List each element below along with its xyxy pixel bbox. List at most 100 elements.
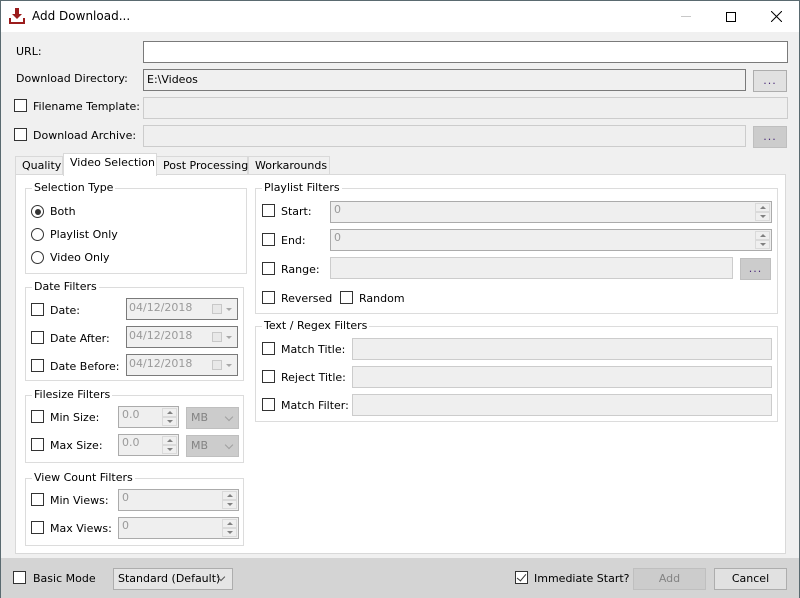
min-size-unit-value: MB — [191, 411, 209, 424]
reject-title-checkbox[interactable] — [262, 370, 275, 383]
min-size-unit-select[interactable]: MB — [186, 407, 239, 429]
max-size-unit-select[interactable]: MB — [186, 435, 239, 457]
spin-down-button[interactable] — [222, 500, 237, 509]
download-archive-checkbox[interactable] — [14, 128, 27, 141]
spin-up-button[interactable] — [222, 519, 237, 528]
browse-archive-button[interactable]: ... — [753, 126, 787, 148]
min-size-checkbox[interactable] — [31, 410, 44, 423]
playlist-filters-group: Playlist Filters Start: 0 End: 0 Range: … — [255, 181, 778, 314]
reject-title-label: Reject Title: — [281, 371, 346, 384]
date-label: Date: — [50, 304, 80, 317]
close-button[interactable] — [753, 1, 799, 32]
min-views-checkbox[interactable] — [31, 493, 44, 506]
match-filter-label: Match Filter: — [281, 399, 349, 412]
tab-workarounds[interactable]: Workarounds — [248, 156, 330, 176]
url-input[interactable] — [143, 41, 788, 63]
basic-mode-checkbox[interactable] — [13, 571, 26, 584]
cancel-button[interactable]: Cancel — [714, 568, 787, 590]
spin-up-button[interactable] — [755, 203, 770, 212]
match-filter-input[interactable] — [352, 394, 772, 416]
title-bar: Add Download... — [1, 1, 799, 32]
spin-up-button[interactable] — [162, 408, 177, 417]
match-title-input[interactable] — [352, 338, 772, 360]
download-icon — [9, 8, 25, 24]
add-button[interactable]: Add — [633, 568, 706, 590]
end-label: End: — [281, 234, 306, 247]
filename-template-input[interactable] — [143, 97, 788, 119]
date-before-checkbox[interactable] — [31, 359, 44, 372]
date-filters-group: Date Filters Date: 04/12/2018 Date After… — [25, 280, 244, 381]
max-views-checkbox[interactable] — [31, 521, 44, 534]
dropdown-arrow-icon — [226, 308, 232, 311]
reject-title-input[interactable] — [352, 366, 772, 388]
range-input[interactable] — [330, 257, 733, 279]
max-size-value: 0.0 — [122, 436, 140, 449]
radio-video-only[interactable] — [31, 251, 44, 264]
minimize-icon — [681, 16, 691, 17]
reversed-label: Reversed — [281, 292, 333, 305]
browse-directory-button[interactable]: ... — [753, 70, 787, 92]
tab-quality[interactable]: Quality — [15, 156, 63, 176]
immediate-start-checkbox[interactable] — [515, 571, 528, 584]
min-views-spinner[interactable]: 0 — [118, 489, 239, 511]
download-archive-input[interactable] — [143, 125, 746, 147]
max-size-spinner[interactable]: 0.0 — [118, 434, 179, 456]
preset-select[interactable]: Standard (Default) — [113, 568, 233, 590]
spin-up-button[interactable] — [755, 231, 770, 240]
reversed-checkbox[interactable] — [262, 291, 275, 304]
date-before-picker[interactable]: 04/12/2018 — [126, 354, 238, 376]
start-spinner[interactable]: 0 — [330, 201, 772, 223]
spin-up-button[interactable] — [162, 436, 177, 445]
spin-down-button[interactable] — [755, 212, 770, 221]
spin-down-button[interactable] — [162, 417, 177, 426]
radio-both[interactable] — [31, 205, 44, 218]
match-filter-checkbox[interactable] — [262, 398, 275, 411]
calendar-icon — [212, 332, 222, 342]
filesize-filters-group: Filesize Filters Min Size: 0.0 MB Max Si… — [25, 388, 244, 463]
date-picker[interactable]: 04/12/2018 — [126, 298, 238, 320]
date-checkbox[interactable] — [31, 303, 44, 316]
date-after-picker[interactable]: 04/12/2018 — [126, 326, 238, 348]
date-value: 04/12/2018 — [129, 301, 193, 314]
text-regex-filters-title: Text / Regex Filters — [262, 319, 370, 332]
filesize-filters-title: Filesize Filters — [32, 388, 113, 401]
date-after-checkbox[interactable] — [31, 331, 44, 344]
end-checkbox[interactable] — [262, 233, 275, 246]
view-count-filters-group: View Count Filters Min Views: 0 Max View… — [25, 471, 244, 546]
radio-playlist-only[interactable] — [31, 228, 44, 241]
spin-down-button[interactable] — [162, 445, 177, 454]
max-size-checkbox[interactable] — [31, 438, 44, 451]
dropdown-arrow-icon — [226, 364, 232, 367]
date-before-value: 04/12/2018 — [129, 357, 193, 370]
start-checkbox[interactable] — [262, 204, 275, 217]
min-size-spinner[interactable]: 0.0 — [118, 406, 179, 428]
end-spinner[interactable]: 0 — [330, 229, 772, 251]
minimize-button[interactable] — [663, 1, 709, 32]
download-directory-input[interactable]: E:\Videos — [143, 69, 746, 91]
spin-down-button[interactable] — [755, 240, 770, 249]
text-regex-filters-group: Text / Regex Filters Match Title: Reject… — [255, 319, 778, 422]
spin-up-button[interactable] — [222, 491, 237, 500]
date-after-value: 04/12/2018 — [129, 329, 193, 342]
range-checkbox[interactable] — [262, 262, 275, 275]
spin-down-button[interactable] — [222, 528, 237, 537]
maximize-button[interactable] — [708, 1, 754, 32]
radio-playlist-only-label: Playlist Only — [50, 228, 118, 241]
radio-both-label: Both — [50, 205, 76, 218]
chevron-down-icon — [224, 412, 234, 422]
tab-video-selection[interactable]: Video Selection — [63, 153, 157, 176]
max-size-label: Max Size: — [50, 439, 103, 452]
download-directory-label: Download Directory: — [16, 72, 128, 85]
download-archive-label: Download Archive: — [33, 129, 137, 142]
max-views-value: 0 — [122, 519, 129, 532]
range-button[interactable]: ... — [740, 258, 771, 280]
playlist-filters-title: Playlist Filters — [262, 181, 342, 194]
end-value: 0 — [334, 231, 341, 244]
tab-post-processing[interactable]: Post Processing — [156, 156, 248, 176]
random-checkbox[interactable] — [340, 291, 353, 304]
filename-template-checkbox[interactable] — [14, 99, 27, 112]
radio-video-only-label: Video Only — [50, 251, 110, 264]
video-selection-tab-page: Selection Type Both Playlist Only Video … — [15, 174, 786, 554]
match-title-checkbox[interactable] — [262, 342, 275, 355]
max-views-spinner[interactable]: 0 — [118, 517, 239, 539]
